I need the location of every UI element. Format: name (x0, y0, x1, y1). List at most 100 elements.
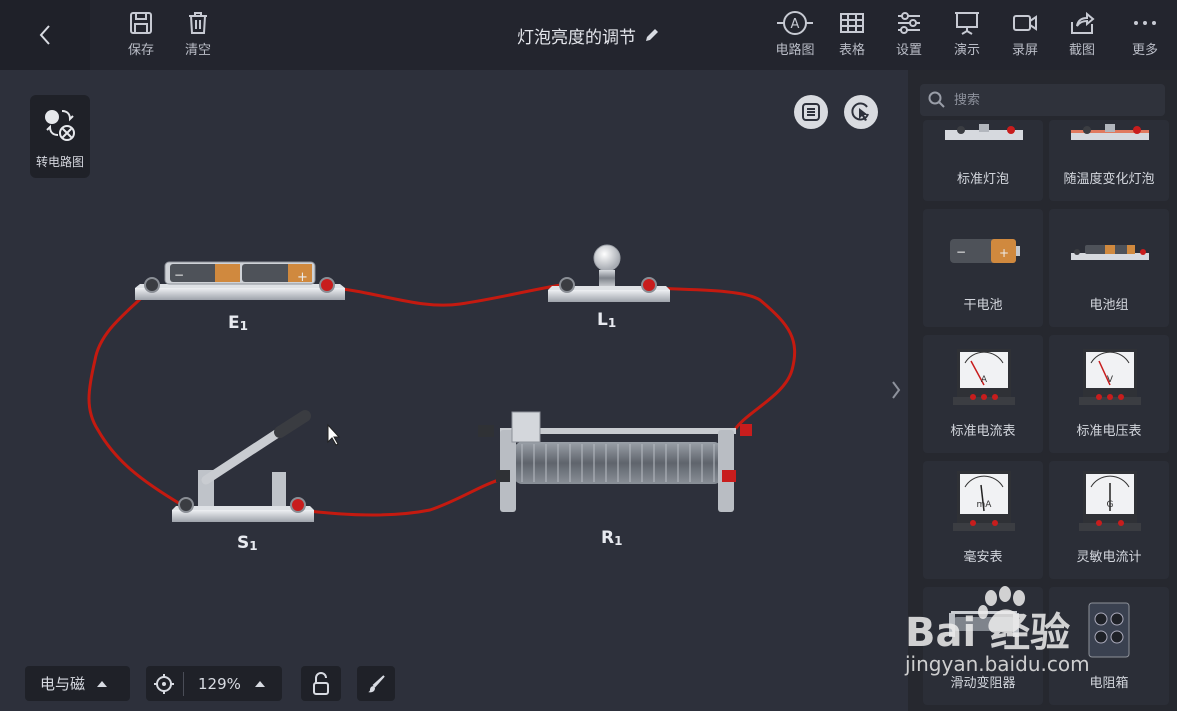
more-label: 更多 (1131, 43, 1158, 58)
circuit-drawing: − + (87, 244, 797, 522)
component-label: 干电池 (963, 298, 1003, 313)
label-s1: S1 (237, 533, 258, 553)
label-e1: E1 (228, 313, 248, 333)
sliders-icon (898, 12, 920, 34)
save-icon (130, 12, 152, 34)
select-pointer-button[interactable] (844, 95, 878, 129)
svg-text:A: A (981, 375, 988, 385)
edit-pencil-icon[interactable] (644, 27, 660, 43)
component-battery-pack[interactable]: 电池组 (1049, 209, 1169, 327)
component-voltmeter[interactable]: V 标准电压表 (1049, 335, 1169, 453)
zoom-value: 129% (198, 674, 241, 693)
switch-s1[interactable] (172, 410, 314, 522)
settings-button[interactable]: 设置 (881, 10, 937, 58)
convert-circuit-icon (45, 110, 75, 141)
more-button[interactable]: 更多 (1117, 10, 1173, 58)
component-label: 灵敏电流计 (1076, 550, 1142, 565)
galvanometer-icon: G (1079, 471, 1141, 531)
component-label: 随温度变化灯泡 (1063, 172, 1155, 187)
brush-button[interactable] (357, 666, 395, 701)
component-label: 标准电压表 (1076, 424, 1142, 439)
save-label: 保存 (127, 43, 154, 58)
bulb-l1[interactable] (548, 244, 670, 302)
back-button[interactable] (0, 0, 90, 70)
pointer-refresh-icon (851, 102, 869, 121)
svg-text:+: + (999, 246, 1009, 260)
component-milliammeter[interactable]: mA 毫安表 (923, 461, 1043, 579)
record-label: 录屏 (1011, 43, 1038, 58)
screenshot-label: 截图 (1068, 43, 1095, 58)
component-galvanometer[interactable]: G 灵敏电流计 (1049, 461, 1169, 579)
search-input[interactable] (952, 91, 1136, 109)
list-icon (802, 103, 820, 121)
component-label: 电池组 (1089, 298, 1129, 313)
convert-circuit-label: 转电路图 (35, 155, 84, 169)
save-button[interactable]: 保存 (113, 10, 169, 58)
component-dry-battery[interactable]: − + 干电池 (923, 209, 1043, 327)
watermark-url: jingyan.baidu.com (905, 652, 1090, 676)
component-search[interactable] (920, 84, 1165, 116)
search-icon (928, 91, 945, 108)
baidu-watermark-logo: Bai 经验 (905, 586, 1070, 652)
list-button[interactable] (794, 95, 828, 129)
svg-text:−: − (956, 245, 966, 259)
bulb-base-icon (945, 124, 1023, 140)
table-icon (840, 13, 864, 33)
table-label: 表格 (838, 43, 865, 58)
label-l1: L1 (597, 310, 617, 330)
screenshot-button[interactable]: 截图 (1054, 10, 1110, 58)
presentation-icon (955, 12, 979, 35)
wire-s1-r1 (298, 476, 507, 517)
category-value: 电与磁 (40, 675, 86, 693)
circuit-diagram-label: 电路图 (775, 43, 815, 58)
wire-e1-s1 (87, 286, 184, 507)
svg-text:−: − (174, 268, 184, 282)
wire-l1-r1 (648, 286, 797, 430)
clear-label: 清空 (184, 43, 211, 58)
temp-bulb-icon (1071, 124, 1149, 140)
battery-pack-e1[interactable]: − + (135, 261, 345, 300)
category-select[interactable]: 电与磁 (25, 666, 130, 701)
clear-button[interactable]: 清空 (170, 10, 226, 58)
svg-text:G: G (1107, 500, 1114, 510)
svg-text:mA: mA (977, 500, 993, 510)
share-screenshot-icon (1071, 11, 1095, 34)
panel-collapse-chevron-icon[interactable] (890, 378, 902, 402)
convert-circuit-button[interactable]: 转电路图 (30, 95, 90, 178)
ammeter-icon: A (953, 349, 1015, 405)
locate-center-icon[interactable] (153, 673, 175, 695)
unlock-icon (313, 671, 329, 695)
video-camera-icon (1013, 15, 1037, 31)
ammeter-symbol-icon: A (777, 11, 813, 35)
rheostat-r1[interactable] (478, 411, 752, 512)
lock-button[interactable] (301, 666, 341, 701)
component-label: 标准灯泡 (956, 172, 1009, 187)
svg-text:Bai 经验: Bai 经验 (905, 610, 1070, 652)
zoom-control[interactable]: 129% (146, 666, 282, 701)
voltmeter-icon: V (1079, 349, 1141, 405)
brush-icon (368, 674, 385, 692)
component-ammeter[interactable]: A 标准电流表 (923, 335, 1043, 453)
wire-e1-l1 (324, 282, 568, 307)
record-button[interactable]: 录屏 (997, 10, 1053, 58)
trash-icon (189, 12, 207, 34)
component-standard-bulb[interactable]: 标准灯泡 (923, 120, 1043, 201)
svg-text:+: + (297, 270, 308, 285)
circuit-diagram-button[interactable]: A 电路图 (767, 10, 823, 58)
caret-up-icon (97, 680, 108, 687)
component-temp-bulb[interactable]: 随温度变化灯泡 (1049, 120, 1169, 201)
milliammeter-icon: mA (953, 471, 1015, 531)
table-button[interactable]: 表格 (824, 10, 880, 58)
battery-icon: − + (950, 239, 1020, 263)
mouse-cursor-icon (327, 423, 341, 446)
settings-label: 设置 (895, 43, 922, 58)
label-r1: R1 (601, 528, 623, 548)
demo-label: 演示 (953, 43, 980, 58)
battery-pack-icon (1071, 245, 1149, 260)
component-label: 标准电流表 (950, 424, 1016, 439)
caret-up-icon (254, 680, 265, 687)
svg-text:V: V (1107, 375, 1114, 385)
experiment-title[interactable]: 灯泡亮度的调节 (517, 23, 636, 48)
more-dots-icon (1134, 21, 1156, 25)
demo-button[interactable]: 演示 (939, 10, 995, 58)
